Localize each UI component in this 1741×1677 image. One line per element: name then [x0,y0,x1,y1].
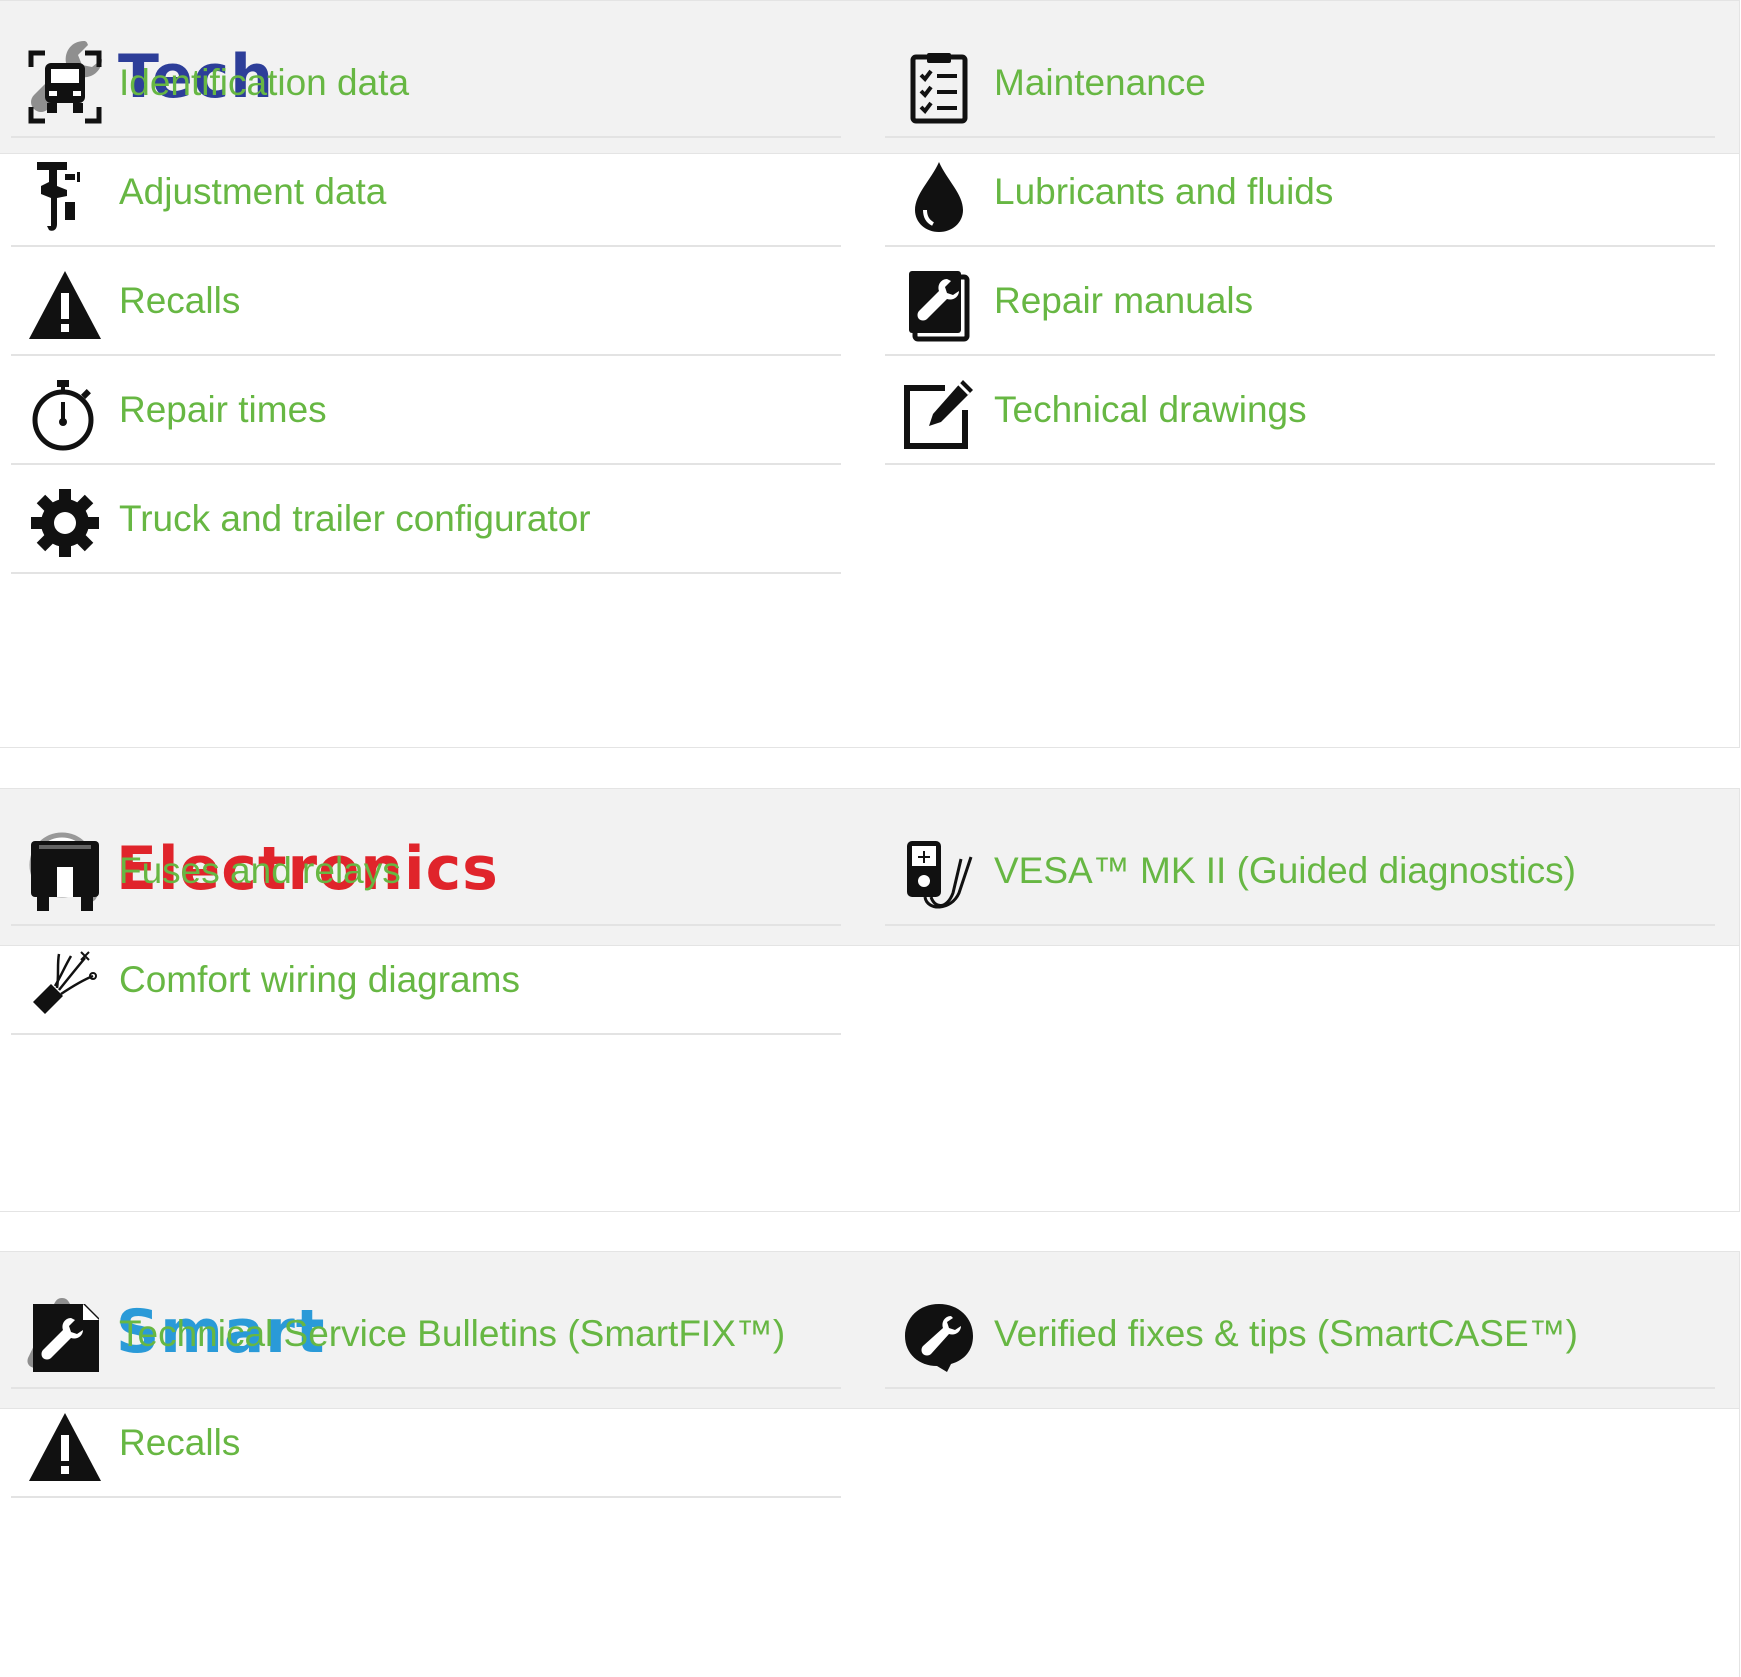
menu-item-maintenance[interactable]: Maintenance [885,29,1715,138]
wiring-icon [27,946,103,1022]
menu-item-identification-data[interactable]: Identification data [11,29,841,138]
edit-icon [901,376,977,452]
tech-section: Tech Identification data Adjustment data… [0,0,1740,748]
item-label[interactable]: Repair times [119,388,327,432]
menu-item-recalls-smart[interactable]: Recalls [11,1389,841,1498]
electronics-left-column: Fuses and relays Comfort wiring diagrams [11,817,841,1035]
menu-item-lubricants-fluids[interactable]: Lubricants and fluids [885,138,1715,247]
item-label[interactable]: Technical Service Bulletins (SmartFIX™) [119,1312,785,1356]
checklist-icon [901,49,977,125]
menu-item-truck-trailer-configurator[interactable]: Truck and trailer configurator [11,465,841,574]
warning-icon [27,1409,103,1485]
menu-item-adjustment-data[interactable]: Adjustment data [11,138,841,247]
item-label[interactable]: Recalls [119,279,240,323]
item-label[interactable]: Comfort wiring diagrams [119,958,520,1002]
item-label[interactable]: VESA™ MK II (Guided diagnostics) [994,849,1576,893]
multimeter-icon [901,837,977,913]
item-label[interactable]: Truck and trailer configurator [119,497,591,541]
chat-wrench-icon [901,1300,977,1376]
item-label[interactable]: Adjustment data [119,170,386,214]
smart-left-column: Technical Service Bulletins (SmartFIX™) … [11,1280,841,1498]
item-label[interactable]: Identification data [119,61,409,105]
tech-left-column: Identification data Adjustment data Reca… [11,29,841,574]
drop-icon [901,158,977,234]
item-label[interactable]: Technical drawings [994,388,1307,432]
smart-section: Smart Technical Service Bulletins (Smart… [0,1251,1740,1677]
menu-item-recalls[interactable]: Recalls [11,247,841,356]
menu-item-technical-drawings[interactable]: Technical drawings [885,356,1715,465]
electronics-section: Electronics Fuses and relays Comfort wir… [0,788,1740,1212]
gear-icon [27,485,103,561]
item-label[interactable]: Verified fixes & tips (SmartCASE™) [994,1312,1578,1356]
menu-item-verified-fixes-tips[interactable]: Verified fixes & tips (SmartCASE™) [885,1280,1715,1389]
menu-item-comfort-wiring-diagrams[interactable]: Comfort wiring diagrams [11,926,841,1035]
item-label[interactable]: Lubricants and fluids [994,170,1333,214]
bulletin-icon [27,1300,103,1376]
smart-right-column: Verified fixes & tips (SmartCASE™) [885,1280,1715,1389]
warning-icon [27,267,103,343]
menu-item-vesa-mk-ii[interactable]: VESA™ MK II (Guided diagnostics) [885,817,1715,926]
truck-scan-icon [27,49,103,125]
caliper-icon [27,158,103,234]
menu-item-repair-times[interactable]: Repair times [11,356,841,465]
tech-right-column: Maintenance Lubricants and fluids Repair… [885,29,1715,465]
item-label[interactable]: Recalls [119,1421,240,1465]
menu-item-technical-service-bulletins[interactable]: Technical Service Bulletins (SmartFIX™) [11,1280,841,1389]
item-label[interactable]: Repair manuals [994,279,1253,323]
repair-manual-icon [901,267,977,343]
item-label[interactable]: Fuses and relays [119,849,401,893]
stopwatch-icon [27,376,103,452]
item-label[interactable]: Maintenance [994,61,1206,105]
fuse-icon [27,837,103,913]
electronics-right-column: VESA™ MK II (Guided diagnostics) [885,817,1715,926]
menu-item-repair-manuals[interactable]: Repair manuals [885,247,1715,356]
menu-item-fuses-relays[interactable]: Fuses and relays [11,817,841,926]
